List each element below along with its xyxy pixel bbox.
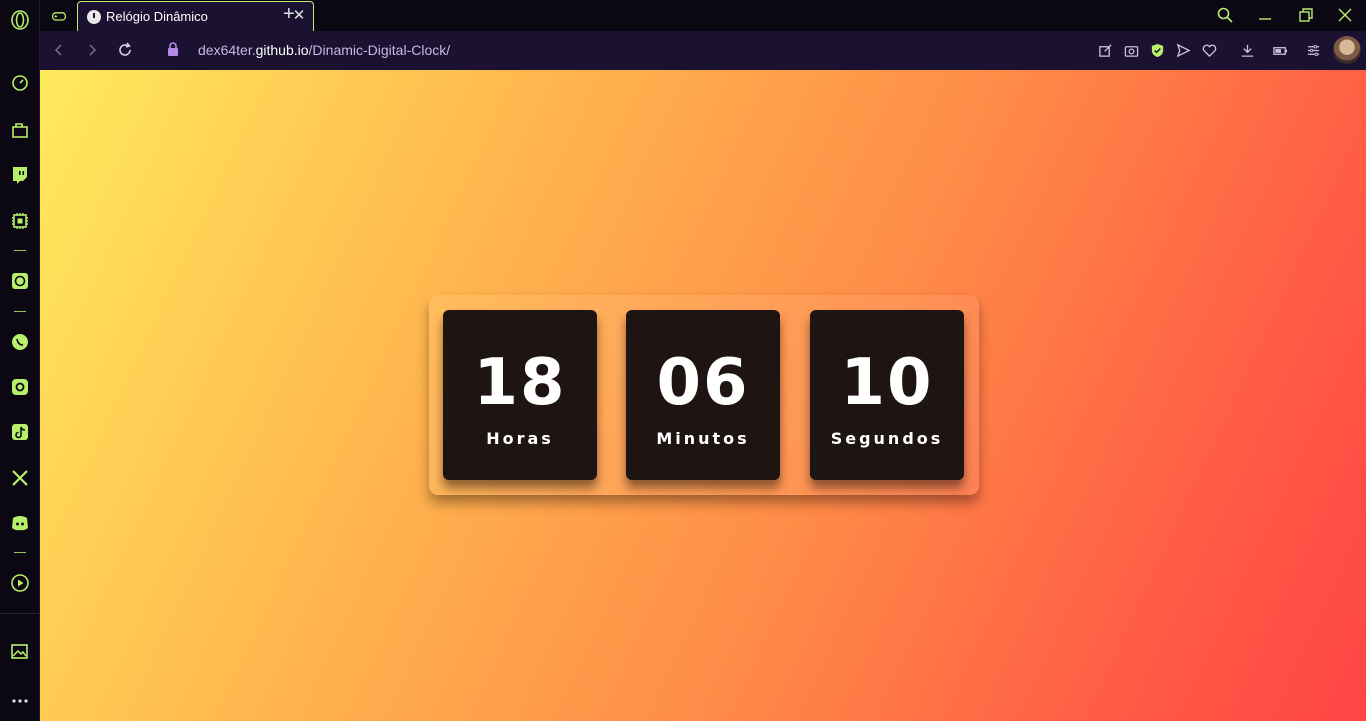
seconds-label: Segundos xyxy=(830,429,944,448)
tab-relogio[interactable]: Relógio Dinâmico ✕ xyxy=(77,1,314,31)
back-icon[interactable] xyxy=(49,40,69,60)
discord-icon[interactable] xyxy=(8,511,32,535)
whatsapp-icon[interactable] xyxy=(8,330,32,354)
edit-icon[interactable] xyxy=(1096,41,1114,59)
shield-icon[interactable] xyxy=(1148,41,1166,59)
inventory-icon[interactable] xyxy=(8,118,32,142)
url-prefix: dex64ter. xyxy=(198,42,256,58)
send-icon[interactable] xyxy=(1174,41,1192,59)
sidebar xyxy=(0,0,40,721)
cpu-icon[interactable] xyxy=(8,209,32,233)
minimize-icon[interactable] xyxy=(1252,4,1278,26)
hours-card: 18 Horas xyxy=(443,310,597,480)
settings-sliders-icon[interactable] xyxy=(1304,41,1322,59)
seconds-card: 10 Segundos xyxy=(810,310,964,480)
hours-value: 18 xyxy=(473,346,567,420)
x-icon[interactable] xyxy=(8,466,32,490)
close-window-icon[interactable] xyxy=(1332,4,1358,26)
gallery-icon[interactable] xyxy=(8,639,32,663)
sidebar-divider xyxy=(14,311,26,312)
address-toolbar: dex64ter.github.io/Dinamic-Digital-Clock… xyxy=(40,31,1366,70)
reload-icon[interactable] xyxy=(115,40,135,60)
more-icon[interactable] xyxy=(8,689,32,713)
new-tab-icon[interactable]: + xyxy=(283,4,295,24)
instagram-icon[interactable] xyxy=(8,375,32,399)
twitch-icon[interactable] xyxy=(8,163,32,187)
url-domain: github.io xyxy=(255,42,309,58)
speed-dial-icon[interactable] xyxy=(8,71,32,95)
battery-icon[interactable] xyxy=(1271,41,1289,59)
chatgpt-icon[interactable] xyxy=(8,269,32,293)
heart-icon[interactable] xyxy=(1200,41,1218,59)
lock-icon[interactable] xyxy=(167,42,179,56)
page-viewport: 18 Horas 06 Minutos 10 Segundos xyxy=(40,70,1366,721)
opera-logo-icon[interactable] xyxy=(8,8,32,32)
search-icon[interactable] xyxy=(1212,4,1238,26)
address-bar[interactable]: dex64ter.github.io/Dinamic-Digital-Clock… xyxy=(198,42,450,58)
player-icon[interactable] xyxy=(8,571,32,595)
sidebar-line xyxy=(0,613,40,614)
browser-window: Relógio Dinâmico ✕ + dex64ter.github.io/ xyxy=(0,0,1366,721)
minutes-card: 06 Minutos xyxy=(626,310,780,480)
forward-icon[interactable] xyxy=(82,40,102,60)
restore-icon[interactable] xyxy=(1293,4,1319,26)
sidebar-divider xyxy=(14,552,26,553)
download-icon[interactable] xyxy=(1238,41,1256,59)
sidebar-divider xyxy=(14,250,26,251)
url-path: /Dinamic-Digital-Clock/ xyxy=(308,42,451,58)
clock-favicon-icon xyxy=(87,9,101,24)
seconds-value: 10 xyxy=(840,346,934,420)
camera-icon[interactable] xyxy=(1122,41,1140,59)
gamepad-icon[interactable] xyxy=(48,5,70,27)
tiktok-icon[interactable] xyxy=(8,420,32,444)
tab-strip: Relógio Dinâmico ✕ + xyxy=(40,0,1366,31)
minutes-value: 06 xyxy=(656,346,750,420)
hours-label: Horas xyxy=(486,429,554,448)
digital-clock: 18 Horas 06 Minutos 10 Segundos xyxy=(429,295,979,495)
minutes-label: Minutos xyxy=(656,429,750,448)
avatar[interactable] xyxy=(1333,36,1361,64)
tab-title: Relógio Dinâmico xyxy=(106,9,208,24)
